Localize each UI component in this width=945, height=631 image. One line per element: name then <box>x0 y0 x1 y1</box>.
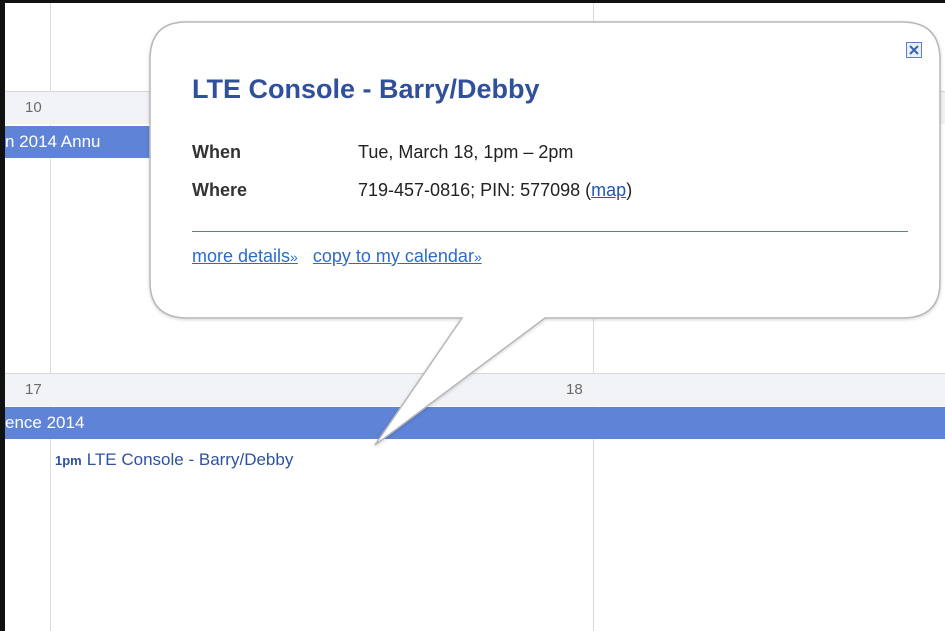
where-value: 719-457-0816; PIN: 577098 (map) <box>358 180 633 200</box>
map-link[interactable]: map <box>591 180 626 200</box>
popup-title: LTE Console - Barry/Debby <box>192 74 540 104</box>
event-popup: LTE Console - Barry/Debby When Tue, Marc… <box>150 22 940 318</box>
allday-event-label: ence 2014 <box>5 413 85 432</box>
where-label: Where <box>192 180 248 200</box>
timed-event[interactable]: 1pm LTE Console - Barry/Debby <box>55 450 293 470</box>
copy-to-calendar-label: copy to my calendar <box>312 246 474 266</box>
chevron-right-icon: » <box>473 249 482 265</box>
chevron-right-icon: » <box>290 249 298 265</box>
allday-event-bar[interactable]: ence 2014 <box>5 407 945 439</box>
more-details-link[interactable]: more details» <box>192 246 298 266</box>
copy-to-calendar-link[interactable]: copy to my calendar» <box>313 246 482 266</box>
day-number[interactable]: 17 <box>25 381 42 398</box>
when-label: When <box>192 142 241 162</box>
week-header-row <box>5 373 945 406</box>
where-text: 719-457-0816; PIN: 577098 <box>358 180 581 200</box>
allday-event-bar[interactable]: n 2014 Annu <box>5 126 150 158</box>
day-number[interactable]: 10 <box>25 99 42 116</box>
popup-actions: more details» copy to my calendar» <box>192 246 492 267</box>
more-details-label: more details <box>192 246 291 266</box>
day-number[interactable]: 18 <box>566 381 583 398</box>
allday-event-label: n 2014 Annu <box>5 132 101 151</box>
when-value: Tue, March 18, 1pm – 2pm <box>358 142 574 162</box>
close-icon[interactable] <box>906 42 922 58</box>
event-title: LTE Console - Barry/Debby <box>86 450 294 469</box>
event-time: 1pm <box>55 453 82 468</box>
divider <box>192 231 908 232</box>
